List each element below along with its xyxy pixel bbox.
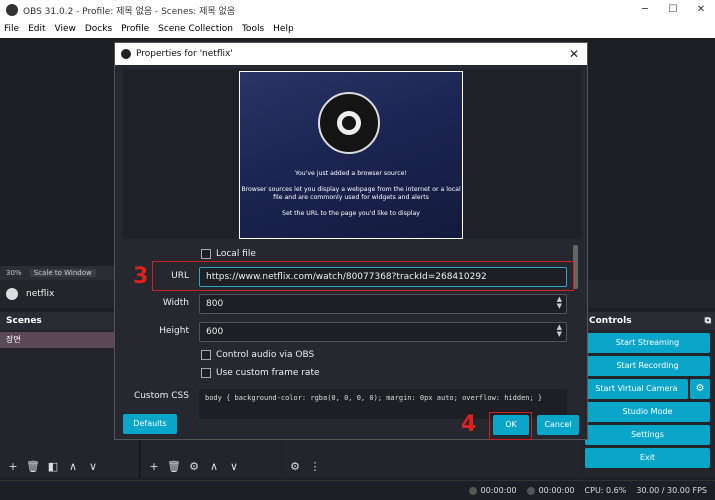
controls-title-text: Controls xyxy=(589,316,632,326)
control-audio-checkbox[interactable]: Control audio via OBS xyxy=(201,350,314,360)
checkbox-box[interactable] xyxy=(201,368,211,378)
custom-frame-rate-checkbox[interactable]: Use custom frame rate xyxy=(201,368,320,378)
menu-file[interactable]: File xyxy=(4,24,19,34)
preview-line-4: Set the URL to the page you'd like to di… xyxy=(282,210,420,217)
scenes-toolbar: + 🗑 ◧ ∧ ∨ xyxy=(0,456,104,478)
checkbox-box[interactable] xyxy=(201,249,211,259)
menu-bar: File Edit View Docks Profile Scene Colle… xyxy=(0,20,715,38)
width-value: 800 xyxy=(206,299,224,309)
checkbox-box[interactable] xyxy=(201,350,211,360)
width-field[interactable]: 800 ▲ ▼ xyxy=(199,294,567,314)
custom-css-label: Custom CSS xyxy=(133,391,189,401)
step3-highlight xyxy=(152,261,574,291)
sources-toolbar: + 🗑 ⚙ ∧ ∨ xyxy=(141,456,245,478)
move-down-icon[interactable]: ∨ xyxy=(225,459,243,475)
obs-logo-icon xyxy=(6,4,18,16)
add-icon[interactable]: + xyxy=(145,459,163,475)
obs-logo-icon xyxy=(318,92,380,154)
menu-view[interactable]: View xyxy=(55,24,76,34)
studio-mode-button[interactable]: Studio Mode xyxy=(585,402,710,422)
gear-icon[interactable]: ⚙ xyxy=(185,459,203,475)
defaults-button[interactable]: Defaults xyxy=(123,414,177,434)
minimize-button[interactable]: ─ xyxy=(631,0,659,20)
width-label: Width xyxy=(162,298,189,308)
dock-popout-icon[interactable]: ⧉ xyxy=(705,312,711,330)
record-time: 00:00:00 xyxy=(538,486,575,495)
move-up-icon[interactable]: ∧ xyxy=(205,459,223,475)
stream-icon xyxy=(468,486,477,495)
record-status: 00:00:00 xyxy=(526,486,575,495)
control-audio-label: Control audio via OBS xyxy=(216,350,315,360)
menu-help[interactable]: Help xyxy=(273,24,294,34)
stream-status: 00:00:00 xyxy=(468,486,517,495)
height-label: Height xyxy=(159,326,189,336)
menu-tools[interactable]: Tools xyxy=(242,24,264,34)
spinner-icon[interactable]: ▲ ▼ xyxy=(557,296,562,310)
gear-icon[interactable]: ⚙ xyxy=(286,459,304,475)
move-down-icon[interactable]: ∨ xyxy=(84,459,102,475)
obs-logo-icon xyxy=(121,49,131,59)
local-file-label: Local file xyxy=(216,249,256,259)
menu-edit[interactable]: Edit xyxy=(28,24,45,34)
start-recording-button[interactable]: Start Recording xyxy=(585,356,710,376)
zoom-bar: 30% Scale to Window xyxy=(0,266,120,280)
preview-line-3: file and are commonly used for widgets a… xyxy=(273,194,429,201)
trash-icon[interactable]: 🗑 xyxy=(165,459,183,475)
record-icon xyxy=(526,486,535,495)
dialog-title-bar: Properties for 'netflix' ✕ xyxy=(115,43,587,65)
preview-line-1: You've just added a browser source! xyxy=(295,170,407,177)
local-file-checkbox[interactable]: Local file xyxy=(201,249,256,259)
custom-frame-rate-label: Use custom frame rate xyxy=(216,368,320,378)
gear-icon[interactable]: ⚙ xyxy=(690,379,710,399)
cpu-usage: CPU: 0.6% xyxy=(584,486,627,495)
exit-button[interactable]: Exit xyxy=(585,448,710,468)
menu-profile[interactable]: Profile xyxy=(121,24,149,34)
status-bar: 00:00:00 00:00:00 CPU: 0.6% 30.00 / 30.0… xyxy=(0,480,715,500)
maximize-button[interactable]: ☐ xyxy=(659,0,687,20)
step4-label: 4 xyxy=(461,412,477,437)
start-virtual-camera-button[interactable]: Start Virtual Camera xyxy=(585,379,688,399)
spinner-icon[interactable]: ▲ ▼ xyxy=(557,324,562,338)
move-up-icon[interactable]: ∧ xyxy=(64,459,82,475)
fps-readout: 30.00 / 30.00 FPS xyxy=(636,486,707,495)
settings-button[interactable]: Settings xyxy=(585,425,710,445)
window-controls: ─ ☐ ✕ xyxy=(631,0,715,20)
window-title: OBS 31.0.2 - Profile: 제목 없음 - Scenes: 제목… xyxy=(23,6,236,17)
close-icon[interactable]: ✕ xyxy=(569,47,579,61)
filter-icon[interactable]: ◧ xyxy=(44,459,62,475)
step4-highlight xyxy=(489,412,532,440)
mixer-toolbar: ⚙ ⋮ xyxy=(282,456,326,478)
controls-dock: Controls ⧉ Start Streaming Start Recordi… xyxy=(583,312,715,478)
browser-source-preview: You've just added a browser source! Brow… xyxy=(239,71,463,239)
height-field[interactable]: 600 ▲ ▼ xyxy=(199,322,567,342)
height-value: 600 xyxy=(206,327,224,337)
dialog-title: Properties for 'netflix' xyxy=(136,49,233,59)
zoom-percent: 30% xyxy=(6,269,22,277)
add-icon[interactable]: + xyxy=(4,459,22,475)
stream-time: 00:00:00 xyxy=(480,486,517,495)
trash-icon[interactable]: 🗑 xyxy=(24,459,42,475)
properties-dialog: Properties for 'netflix' ✕ You've just a… xyxy=(114,42,588,440)
start-streaming-button[interactable]: Start Streaming xyxy=(585,333,710,353)
close-window-button[interactable]: ✕ xyxy=(687,0,715,20)
menu-scene-collection[interactable]: Scene Collection xyxy=(158,24,233,34)
zoom-mode-select[interactable]: Scale to Window xyxy=(29,269,96,277)
source-name: netflix xyxy=(26,289,55,299)
more-icon[interactable]: ⋮ xyxy=(306,459,324,475)
controls-title: Controls ⧉ xyxy=(583,312,715,330)
step3-label: 3 xyxy=(133,264,149,289)
virtual-camera-row: Start Virtual Camera ⚙ xyxy=(585,379,715,399)
cancel-button[interactable]: Cancel xyxy=(537,415,579,435)
source-logo-icon xyxy=(6,288,18,300)
menu-docks[interactable]: Docks xyxy=(85,24,112,34)
preview-line-2: Browser sources let you display a webpag… xyxy=(241,186,461,193)
window-title-bar: OBS 31.0.2 - Profile: 제목 없음 - Scenes: 제목… xyxy=(0,0,715,20)
